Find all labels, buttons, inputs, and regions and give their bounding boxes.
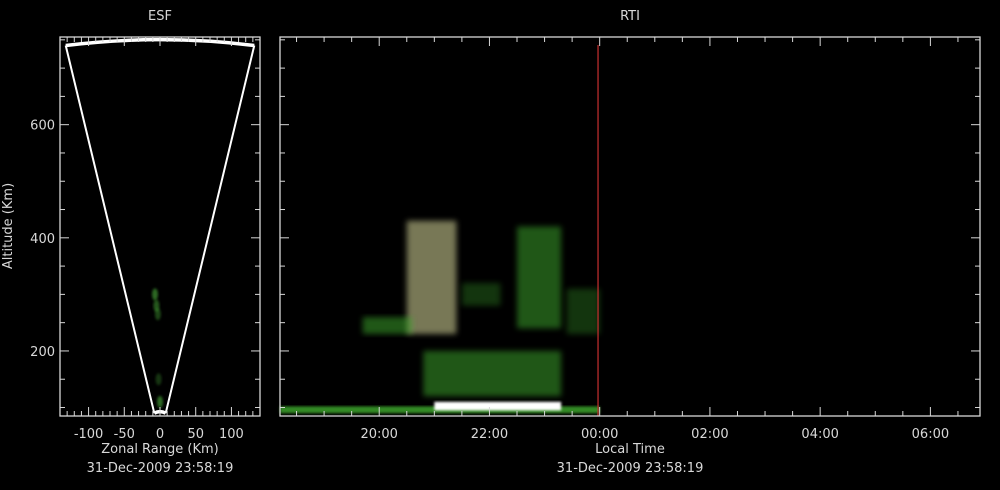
rti-echo-region [362,317,413,334]
esf-panel: ESF 200 400 600 -100 -50 0 50 100 Zonal Range (… [1,9,261,476]
rti-timestamp: 31-Dec-2009 23:58:19 [557,461,704,476]
esf-fan-left-edge [64,45,156,414]
rti-marks [280,45,600,416]
rti-x-tick-label: 02:00 [691,427,728,442]
rti-panel: RTI 20:00 22:00 00:00 02:00 04:00 06:00 Local… [279,9,981,476]
esf-plot-frame [59,36,261,417]
rti-x-tick-label: 06:00 [912,427,949,442]
esf-marks [64,37,256,415]
rti-xlabel: Local Time [595,442,665,457]
rti-title: RTI [620,9,640,24]
esf-y-tick-label: 600 [30,119,55,134]
esf-timestamp: 31-Dec-2009 23:58:19 [87,461,234,476]
esf-y-tick-label: 200 [30,345,55,360]
rti-echo-region [566,288,600,334]
esf-x-tick-label: 100 [219,427,244,442]
altitude-axis-label: Altitude (Km) [1,183,16,269]
rti-x-tick-label: 00:00 [581,427,618,442]
rti-ticks: 20:00 22:00 00:00 02:00 04:00 06:00 [280,37,980,442]
esf-ticks: 200 400 600 -100 -50 0 50 100 [30,37,260,442]
esf-x-tick-label: 50 [187,427,204,442]
rti-plot-frame [279,36,981,417]
esf-echo-point [152,288,158,301]
esf-echo-point [157,395,163,408]
esf-rti-figure: ESF 200 400 600 -100 -50 0 50 100 Zonal Range (… [1,9,981,476]
esf-xlabel: Zonal Range (Km) [101,442,218,457]
rti-echo-region [406,220,457,334]
rti-x-tick-label: 04:00 [801,427,838,442]
esf-title: ESF [148,9,172,24]
esf-echo-point [154,308,161,321]
esf-x-tick-label: 0 [156,427,164,442]
rti-echo-region [423,350,562,397]
rti-x-tick-label: 22:00 [471,427,508,442]
esf-echo-point [155,373,162,386]
esf-x-tick-label: -100 [74,427,104,442]
rti-echo-region [434,401,562,411]
rti-echo-region [461,283,501,306]
rti-echo-region [517,226,562,329]
esf-y-tick-label: 400 [30,232,55,247]
esf-x-tick-label: -50 [114,427,135,442]
esf-fan-right-edge [164,45,256,414]
rti-x-tick-label: 20:00 [360,427,397,442]
